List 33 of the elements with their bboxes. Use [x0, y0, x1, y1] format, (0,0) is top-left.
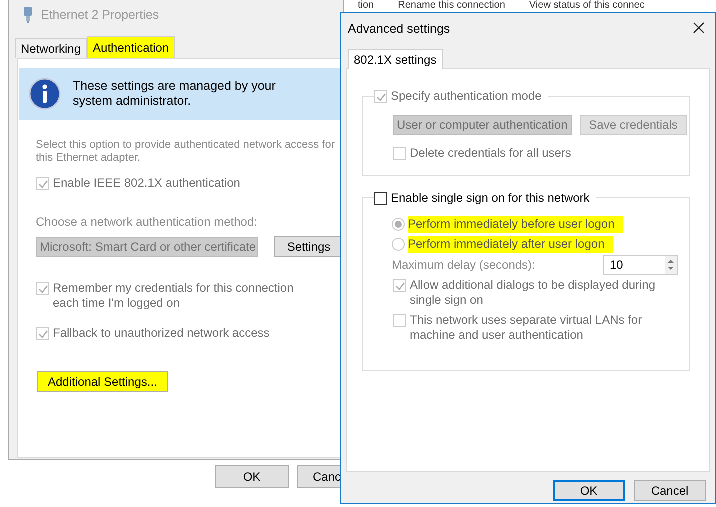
- background-link[interactable]: tion: [358, 0, 374, 11]
- info-icon: [29, 78, 61, 110]
- spin-arrows-icon: [665, 256, 677, 274]
- tab[interactable]: 802.1X settings: [348, 49, 443, 69]
- dialog-button[interactable]: OK: [215, 465, 289, 488]
- radio-label: Perform immediately after user logon: [408, 236, 613, 253]
- background-link[interactable]: Rename this connection: [398, 0, 506, 11]
- banner-text: These settings are managed by your system administrator.: [73, 79, 277, 109]
- checkbox-label: Remember my credentials for this connection each time I'm logged on: [53, 281, 295, 311]
- description-text: Select this option to provide authenticated network access for this Ethernet adapter.: [36, 139, 336, 165]
- spin-field[interactable]: 10: [603, 255, 678, 275]
- checkbox-label: Delete credentials for all users: [410, 146, 572, 161]
- dialog-button[interactable]: OK: [553, 480, 625, 501]
- checkbox-label: Fallback to unauthorized network access: [53, 326, 270, 341]
- tab[interactable]: Authentication: [87, 36, 176, 58]
- network-adapter-icon: [23, 7, 33, 24]
- dialog-button[interactable]: Canc: [297, 465, 341, 488]
- background-link[interactable]: View status of this connec: [529, 0, 645, 11]
- dialog-button[interactable]: Cancel: [634, 480, 706, 501]
- checkbox-label: Enable single sign on for this network: [391, 191, 590, 206]
- window-title: Advanced settings: [348, 21, 450, 38]
- delay-label: Maximum delay (seconds):: [392, 257, 536, 274]
- radio-label: Perform immediately before user logon: [408, 216, 623, 233]
- checkbox-label: Specify authentication mode: [391, 89, 542, 104]
- additional-settings-button[interactable]: Additional Settings...: [37, 371, 168, 392]
- checkbox-label: Enable IEEE 802.1X authentication: [53, 176, 240, 191]
- window-title: Ethernet 2 Properties: [41, 7, 160, 24]
- tab[interactable]: Networking: [15, 38, 88, 58]
- close-icon: [693, 22, 705, 34]
- method-label: Choose a network authentication method:: [36, 214, 258, 231]
- checkbox-label: Allow additional dialogs to be displayed during single sign on: [410, 278, 656, 308]
- checkbox[interactable]: [374, 192, 387, 205]
- checkbox-label: This network uses separate virtual LANs for machine and user authentication: [410, 313, 644, 343]
